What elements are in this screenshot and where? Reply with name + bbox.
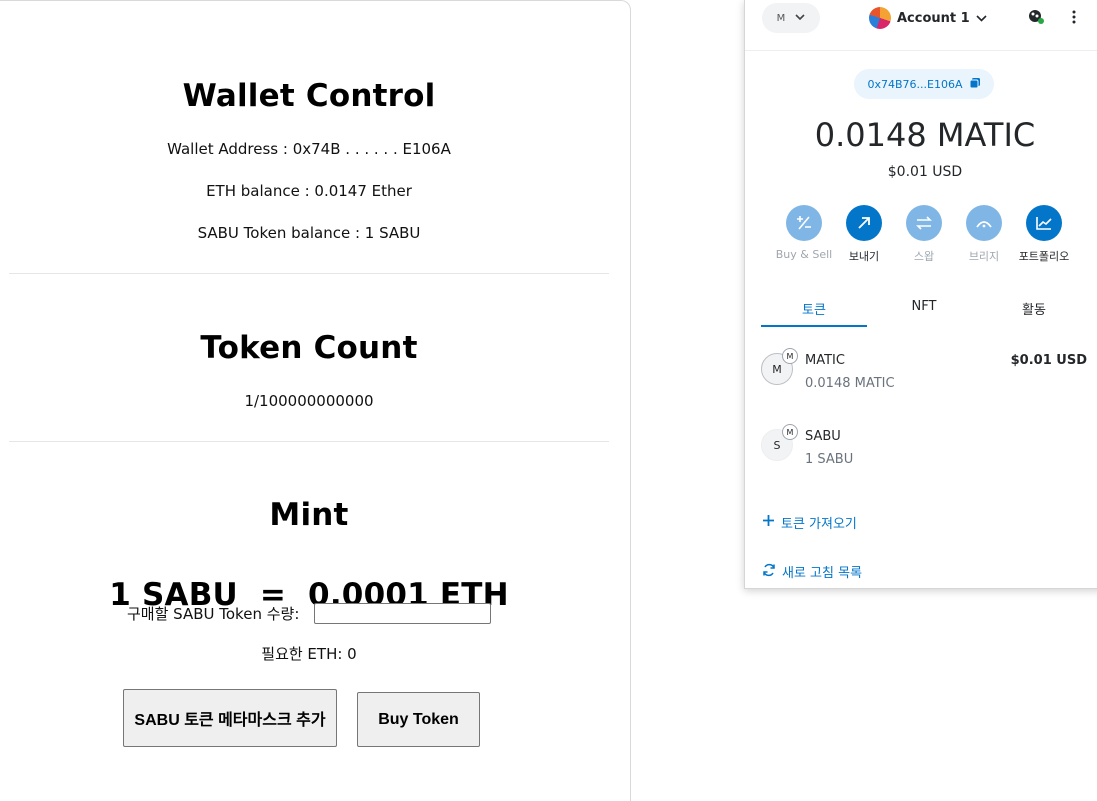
divider xyxy=(9,273,609,274)
action-label: 브리지 xyxy=(968,250,1000,263)
tab-activity[interactable]: 활동 xyxy=(981,299,1087,318)
token-count-title: Token Count xyxy=(200,330,418,366)
more-options-icon[interactable] xyxy=(1071,9,1077,29)
mint-rate-text: 1 SABU = 0.0001 ETH xyxy=(109,577,509,613)
refresh-icon xyxy=(762,563,776,581)
send-button[interactable]: 보내기 xyxy=(834,205,894,264)
action-label: 포트폴리오 xyxy=(1018,250,1070,263)
token-count-value: 1/100000000000 xyxy=(244,392,374,410)
add-token-to-metamask-button[interactable]: SABU 토큰 메타마스크 추가 xyxy=(123,689,337,747)
refresh-list-label: 새로 고침 목록 xyxy=(782,566,863,581)
import-tokens-label: 토큰 가져오기 xyxy=(781,517,857,532)
wallet-control-title: Wallet Control xyxy=(182,78,436,114)
buy-token-button[interactable]: Buy Token xyxy=(357,692,480,747)
plus-icon xyxy=(762,514,775,531)
balance-amount: 0.0148 MATIC xyxy=(814,116,1036,154)
portfolio-button[interactable]: 포트폴리오 xyxy=(1014,205,1074,264)
mint-rate: 1 SABU = 0.0001 ETH xyxy=(9,539,609,651)
connected-sites-icon[interactable] xyxy=(1027,8,1045,30)
mint-title: Mint xyxy=(269,497,349,533)
action-label: 보내기 xyxy=(848,250,880,263)
account-address-pill[interactable]: 0x74B76...E106A xyxy=(854,69,994,99)
chevron-down-icon xyxy=(976,11,987,26)
eth-balance-text: ETH balance : 0.0147 Ether xyxy=(206,182,412,200)
asset-name: SABU xyxy=(805,429,841,444)
action-label: Buy & Sell xyxy=(775,248,833,261)
copy-icon xyxy=(969,77,981,92)
tab-active-indicator xyxy=(761,325,867,327)
chart-icon xyxy=(1026,205,1062,241)
network-initial: M xyxy=(776,12,786,24)
required-eth-text: 필요한 ETH: 0 xyxy=(261,645,357,663)
token-count-section: Token Count xyxy=(9,330,609,366)
divider xyxy=(9,441,609,442)
arrow-up-right-icon xyxy=(846,205,882,241)
network-badge-icon: M xyxy=(782,424,798,440)
account-address: 0x74B76...E106A xyxy=(867,77,963,91)
asset-amount: 0.0148 MATIC xyxy=(805,376,895,391)
metamask-popup: M Account 1 0x74B76...E106A 0.0148 MATIC… xyxy=(744,0,1097,589)
network-selector[interactable]: M xyxy=(762,3,820,33)
account-selector[interactable]: Account 1 xyxy=(869,6,987,30)
swap-button[interactable]: 스왑 xyxy=(894,205,954,264)
refresh-list-link[interactable]: 새로 고침 목록 xyxy=(762,562,862,581)
asset-name: MATIC xyxy=(805,353,845,368)
tab-nft[interactable]: NFT xyxy=(871,299,977,314)
account-name: Account 1 xyxy=(897,10,970,26)
asset-initial: M xyxy=(772,362,782,376)
balance-usd: $0.01 USD xyxy=(887,164,963,180)
asset-amount: 1 SABU xyxy=(805,452,854,467)
sabu-balance-text: SABU Token balance : 1 SABU xyxy=(197,224,421,242)
asset-initial: S xyxy=(773,438,781,452)
asset-value: $0.01 USD xyxy=(1010,353,1087,368)
bridge-button[interactable]: 브리지 xyxy=(954,205,1014,264)
dapp-panel: Wallet Control Wallet Address : 0x74B . … xyxy=(0,0,631,801)
import-tokens-link[interactable]: 토큰 가져오기 xyxy=(762,513,857,532)
token-quantity-input[interactable] xyxy=(314,603,491,624)
wallet-control-section: Wallet Control xyxy=(9,78,609,114)
qty-label: 구매할 SABU Token 수량: xyxy=(127,605,300,623)
swap-icon xyxy=(906,205,942,241)
chevron-down-icon xyxy=(795,13,805,24)
network-badge-icon: M xyxy=(782,348,798,364)
bridge-icon xyxy=(966,205,1002,241)
action-label: 스왑 xyxy=(913,250,935,263)
tab-tokens[interactable]: 토큰 xyxy=(761,299,867,318)
buy-sell-button[interactable]: Buy & Sell xyxy=(774,205,834,261)
mint-section: Mint xyxy=(9,497,609,533)
metamask-header: M Account 1 xyxy=(745,0,1097,51)
account-avatar-icon xyxy=(869,7,891,29)
plus-minus-icon xyxy=(786,205,822,241)
wallet-address-text: Wallet Address : 0x74B . . . . . . E106A xyxy=(167,140,451,158)
